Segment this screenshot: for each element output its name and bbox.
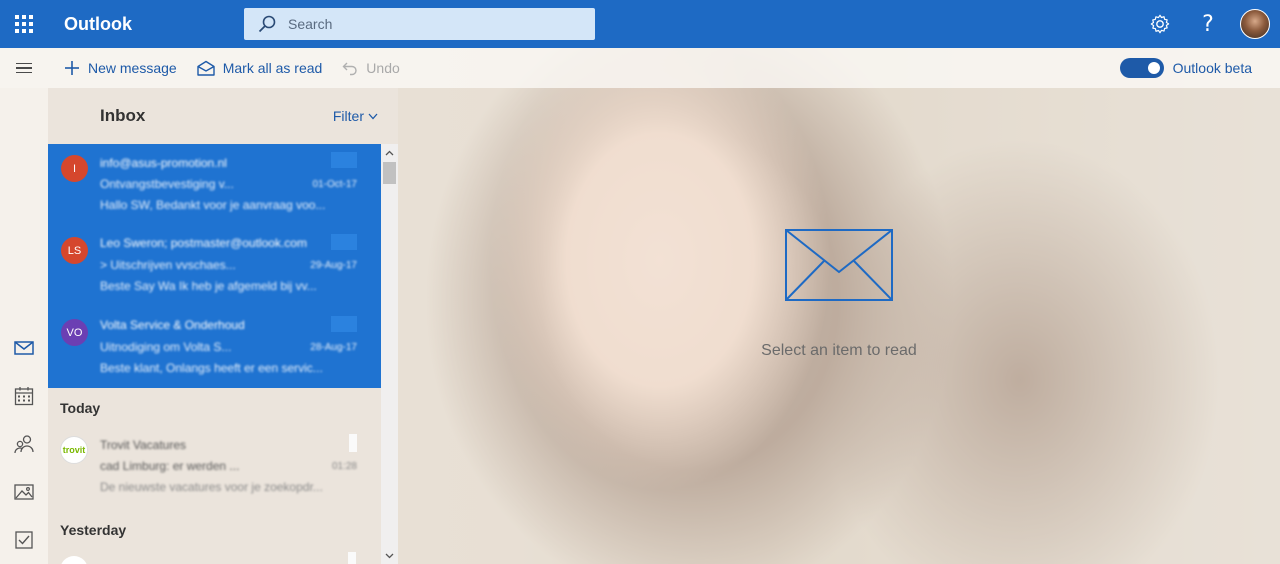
rail-people-button[interactable] (0, 424, 48, 464)
hamburger-icon (16, 62, 32, 65)
photos-icon (14, 484, 34, 500)
settings-button[interactable] (1136, 0, 1184, 48)
waffle-icon (15, 15, 33, 33)
sender-avatar (60, 556, 88, 564)
account-avatar[interactable] (1240, 9, 1270, 39)
date-group-header: Yesterday (60, 522, 127, 538)
rail-mail-button[interactable] (0, 328, 48, 368)
people-icon (14, 435, 34, 454)
message-sender: Trovit Vacatures (100, 438, 187, 452)
beta-label: Outlook beta (1172, 60, 1252, 76)
rail-tasks-button[interactable] (0, 520, 48, 560)
message-subject: Ontvangstbevestiging v... (100, 177, 234, 191)
new-message-button[interactable]: New message (48, 48, 187, 88)
suite-header: Outlook ? (0, 0, 1280, 48)
open-envelope-icon (197, 60, 215, 76)
beta-toggle[interactable] (1119, 58, 1164, 78)
sender-avatar: I (61, 155, 88, 182)
filter-button[interactable]: Filter (333, 108, 378, 124)
sender-avatar: LS (61, 237, 88, 264)
message-preview: Beste klant, Onlangs heeft er een servic… (100, 361, 323, 375)
search-box[interactable] (244, 8, 595, 40)
help-button[interactable]: ? (1184, 0, 1232, 48)
message-subject: > Uitschrijven vvschaes... (100, 258, 236, 272)
search-icon (258, 15, 276, 33)
sender-avatar: trovit (60, 436, 88, 464)
undo-button[interactable]: Undo (332, 48, 409, 88)
mark-all-read-button[interactable]: Mark all as read (187, 48, 333, 88)
folder-title: Inbox (100, 106, 146, 125)
reading-pane: Select an item to read (398, 88, 1280, 564)
envelope-icon (785, 229, 893, 301)
calendar-icon (14, 387, 34, 406)
help-icon: ? (1202, 11, 1214, 37)
filter-label: Filter (332, 108, 364, 124)
message-date: 29-Aug-17 (310, 260, 357, 271)
message-subject: cad Limburg: er werden ... (100, 459, 240, 473)
message-list-scrollbar[interactable] (381, 144, 398, 564)
empty-reading-text: Select an item to read (761, 342, 917, 359)
scroll-up-button[interactable] (381, 144, 398, 161)
module-rail (0, 88, 48, 564)
search-input[interactable] (288, 16, 568, 32)
rail-photos-button[interactable] (0, 472, 48, 512)
selection-checkbox[interactable] (348, 552, 356, 564)
plus-icon (65, 61, 79, 75)
list-item[interactable]: I info@asus-promotion.nl Ontvangstbevest… (48, 144, 381, 226)
selection-checkbox[interactable] (349, 434, 357, 452)
list-item[interactable]: VO Volta Service & Onderhoud Uitnodiging… (48, 308, 381, 390)
list-item[interactable]: LS Leo Sweron; postmaster@outlook.com > … (48, 226, 381, 308)
chevron-down-icon (368, 113, 378, 119)
message-list-pane: Inbox Filter I info@asus-promotion.nl On… (48, 88, 398, 564)
empty-reading-state: Select an item to read (398, 228, 1280, 360)
message-list-header: Inbox Filter (48, 88, 398, 144)
app-title[interactable]: Outlook (64, 14, 244, 35)
message-preview: Hallo SW, Bedankt voor je aanvraag voo..… (100, 198, 326, 212)
app-launcher-button[interactable] (0, 0, 48, 48)
message-date: 28-Aug-17 (310, 342, 357, 353)
nav-toggle-button[interactable] (0, 48, 48, 88)
message-date: 01:28 (331, 461, 357, 472)
new-message-label: New message (88, 60, 177, 76)
message-preview: De nieuwste vacatures voor je zoekopdr..… (100, 480, 323, 494)
chevron-up-icon (385, 150, 394, 155)
sender-avatar: VO (61, 319, 88, 346)
message-sender: Volta Service & Onderhoud (100, 318, 245, 332)
date-group-header: Today (60, 400, 101, 416)
message-sender: info@asus-promotion.nl (100, 156, 227, 170)
selection-checkbox[interactable] (331, 152, 357, 168)
message-subject: Uitnodiging om Volta S... (100, 340, 232, 354)
message-list: I info@asus-promotion.nl Ontvangstbevest… (48, 144, 398, 564)
selection-checkbox[interactable] (331, 316, 357, 332)
mark-all-read-label: Mark all as read (222, 60, 323, 76)
tasks-icon (15, 531, 33, 549)
message-preview: Beste Say Wa Ik heb je afgemeld bij vv..… (100, 279, 317, 293)
gear-icon (1150, 14, 1170, 34)
list-item[interactable]: trovit Trovit Vacatures cad Limburg: er … (48, 426, 381, 508)
message-sender: Leo Sweron; postmaster@outlook.com (100, 236, 307, 250)
undo-icon (342, 62, 357, 76)
rail-calendar-button[interactable] (0, 376, 48, 416)
scroll-down-button[interactable] (381, 547, 398, 564)
scrollbar-thumb[interactable] (383, 162, 396, 184)
chevron-down-icon (385, 553, 394, 558)
beta-switch[interactable]: Outlook beta (1119, 48, 1252, 88)
command-bar: New message Mark all as read Undo Outloo… (0, 48, 1280, 88)
mail-icon (14, 341, 34, 355)
message-date: 01-Oct-17 (312, 179, 357, 190)
undo-label: Undo (366, 60, 400, 76)
